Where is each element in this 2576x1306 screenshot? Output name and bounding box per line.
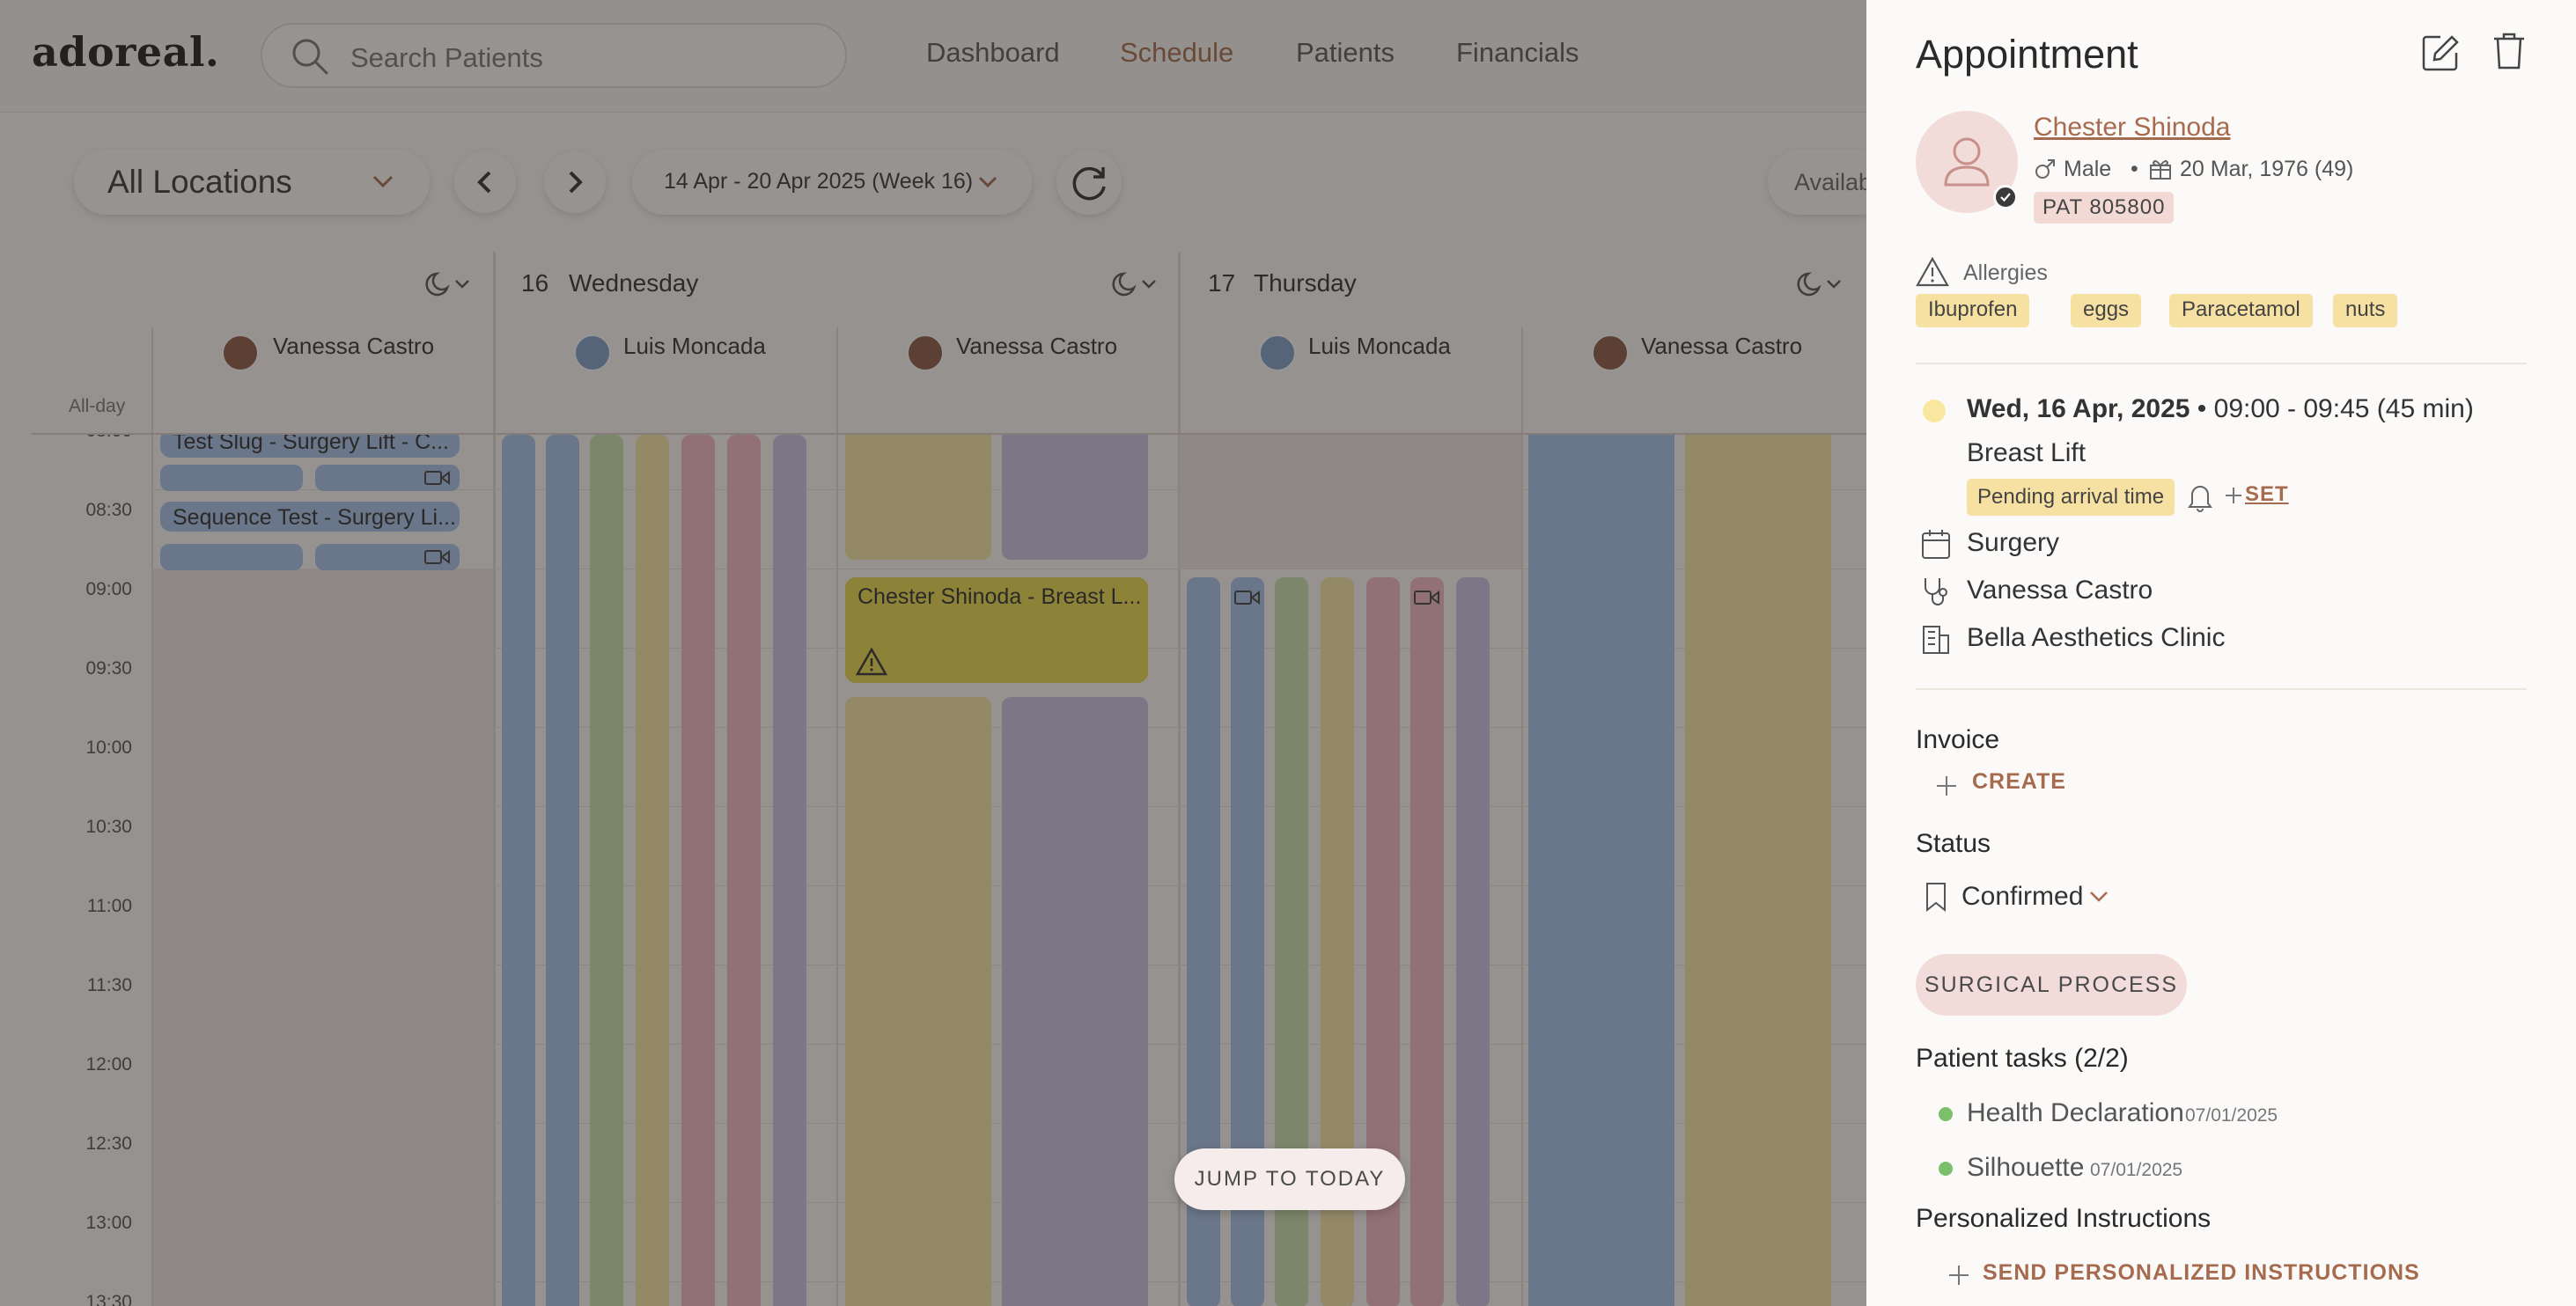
appointment-panel: Appointment Chester Shinoda Male • 20 Ma… [1866, 0, 2576, 1306]
task-status-dot [1939, 1162, 1953, 1176]
set-arrival-button[interactable]: SET [2245, 482, 2289, 507]
separator-dot: • [2131, 157, 2138, 181]
bookmark-icon [1926, 883, 1946, 912]
allergies-label: Allergies [1963, 260, 2048, 285]
invoice-label: Invoice [1916, 725, 2000, 754]
bell-icon[interactable] [2187, 482, 2213, 512]
patient-id-badge: PAT 805800 [2034, 192, 2175, 224]
chevron-down-icon[interactable] [2088, 889, 2109, 905]
verified-badge-icon [1993, 185, 2018, 209]
task-date: 07/01/2025 [2185, 1105, 2278, 1126]
appointment-provider: Vanessa Castro [1967, 576, 2153, 605]
building-icon [1923, 626, 1949, 654]
allergy-tag: Paracetamol [2169, 294, 2313, 327]
status-label: Status [1916, 829, 1991, 858]
task-date: 07/01/2025 [2090, 1160, 2183, 1180]
create-invoice-button[interactable]: CREATE [1972, 769, 2066, 795]
patient-gender: Male [2064, 157, 2112, 181]
arrival-status-badge: Pending arrival time [1967, 479, 2175, 516]
patient-name-link[interactable]: Chester Shinoda [2034, 113, 2230, 143]
allergy-tag: Ibuprofen [1916, 294, 2030, 327]
task-name[interactable]: Health Declaration [1967, 1098, 2184, 1128]
divider [1916, 688, 2527, 690]
allergy-tag: nuts [2333, 294, 2398, 327]
instructions-label: Personalized Instructions [1916, 1204, 2212, 1233]
appointment-category: Surgery [1967, 528, 2060, 557]
appointment-time: • 09:00 - 09:45 (45 min) [2190, 394, 2474, 423]
trash-icon[interactable] [2491, 32, 2527, 70]
plus-icon[interactable] [2224, 486, 2243, 505]
allergy-tag: eggs [2071, 294, 2142, 327]
jump-to-today-button[interactable]: JUMP TO TODAY [1174, 1148, 1405, 1210]
patient-tasks-label: Patient tasks (2/2) [1916, 1044, 2129, 1073]
appointment-clinic: Bella Aesthetics Clinic [1967, 623, 2226, 652]
surgical-process-button[interactable]: SURGICAL PROCESS [1916, 954, 2187, 1016]
plus-icon [1949, 1266, 1969, 1285]
appointment-date: Wed, 16 Apr, 2025 [1967, 394, 2190, 423]
warning-icon [1916, 257, 1949, 287]
stethoscope-icon [1925, 578, 1947, 605]
procedure-name: Breast Lift [1967, 438, 2087, 467]
send-instructions-button[interactable]: SEND PERSONALIZED INSTRUCTIONS [1983, 1260, 2420, 1286]
appointment-datetime: Wed, 16 Apr, 2025 • 09:00 - 09:45 (45 mi… [1967, 394, 2474, 424]
divider [1916, 363, 2527, 364]
panel-title: Appointment [1916, 32, 2138, 77]
gift-icon [2150, 160, 2171, 180]
patient-dob: 20 Mar, 1976 (49) [2180, 157, 2354, 181]
task-status-dot [1939, 1107, 1953, 1121]
task-name[interactable]: Silhouette [1967, 1153, 2084, 1183]
edit-icon[interactable] [2421, 33, 2460, 72]
plus-icon [1937, 776, 1956, 796]
male-icon [2035, 159, 2055, 179]
modal-backdrop[interactable] [0, 0, 1866, 1306]
calendar-icon [1922, 530, 1950, 559]
status-dot [1923, 400, 1946, 422]
status-select[interactable]: Confirmed [1961, 882, 2083, 912]
